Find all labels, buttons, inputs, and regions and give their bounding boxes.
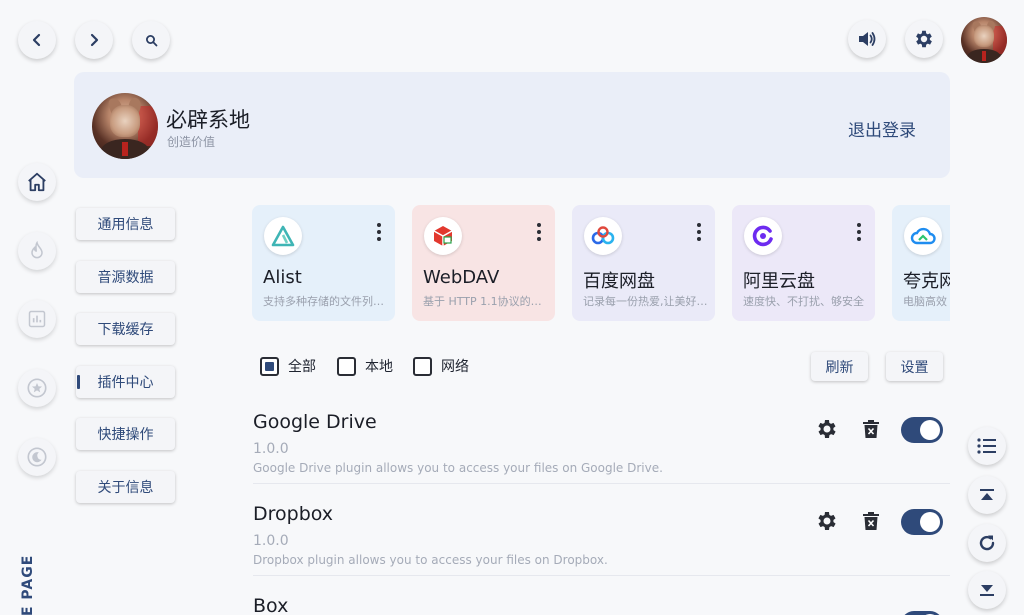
refresh-float-button[interactable] — [968, 524, 1006, 562]
chevron-right-icon — [90, 33, 99, 47]
sidebar-star[interactable] — [18, 369, 56, 407]
moon-icon — [27, 447, 47, 467]
plugin-name: Google Drive — [253, 411, 377, 433]
sidebar-vertical-label: E PAGE — [20, 556, 36, 615]
refresh-icon — [979, 535, 995, 551]
row-divider — [253, 483, 950, 484]
user-avatar[interactable] — [961, 17, 1007, 63]
fire-icon — [31, 241, 43, 259]
baidu-logo-icon — [584, 217, 622, 255]
plugin-enable-toggle[interactable] — [901, 509, 943, 535]
refresh-button[interactable]: 刷新 — [811, 352, 868, 381]
plugin-row-dropbox: Dropbox 1.0.0 Dropbox plugin allows you … — [253, 503, 950, 595]
row-divider — [253, 575, 950, 576]
plugin-enable-toggle[interactable] — [901, 417, 943, 443]
plugin-card-desc: 支持多种存储的文件列表程序 — [263, 295, 389, 308]
filter-network[interactable]: 网络 — [413, 356, 469, 376]
menu-general[interactable]: 通用信息 — [76, 208, 175, 240]
menu-download-cache[interactable]: 下载缓存 — [76, 313, 175, 345]
sidebar-theme[interactable] — [18, 438, 56, 476]
more-vertical-icon[interactable] — [857, 223, 861, 244]
filter-network-label: 网络 — [441, 359, 469, 375]
more-vertical-icon[interactable] — [377, 223, 381, 244]
plugin-card-title: WebDAV — [423, 267, 500, 288]
plugin-card-baidu[interactable]: 百度网盘 记录每一份热爱,让美好永远陪伴 — [572, 205, 715, 321]
gear-icon[interactable] — [815, 417, 839, 441]
chart-icon — [28, 310, 46, 328]
filter-local[interactable]: 本地 — [337, 356, 393, 376]
playlist-button[interactable] — [968, 427, 1006, 465]
filter-all-label: 全部 — [288, 359, 316, 375]
filter-local-label: 本地 — [365, 359, 393, 375]
plugin-cards-carousel[interactable]: Alist 支持多种存储的文件列表程序 WebDAV 基于 HTTP 1.1协议… — [252, 205, 950, 323]
gear-icon[interactable] — [815, 509, 839, 533]
plugin-card-desc: 电脑高效 — [903, 295, 947, 308]
star-icon — [27, 378, 47, 398]
plugin-description: Google Drive plugin allows you to access… — [253, 461, 663, 475]
menu-plugin-center[interactable]: 插件中心 — [76, 366, 175, 398]
search-icon — [145, 34, 157, 46]
plugin-enable-toggle[interactable] — [901, 611, 943, 615]
search-button[interactable] — [132, 21, 170, 59]
plugin-description: Dropbox plugin allows you to access your… — [253, 553, 608, 567]
trash-icon[interactable] — [862, 511, 880, 531]
back-button[interactable] — [18, 21, 56, 59]
plugin-card-title: 阿里云盘 — [743, 271, 815, 292]
chevron-left-icon — [32, 33, 41, 47]
webdav-logo-icon — [424, 217, 462, 255]
profile-name: 必辟系地 — [166, 108, 250, 132]
scroll-bottom-button[interactable] — [968, 571, 1006, 609]
plugin-card-desc: 记录每一份热爱,让美好永远陪伴 — [583, 295, 709, 308]
menu-about[interactable]: 关于信息 — [76, 471, 175, 503]
gear-icon — [916, 30, 932, 48]
plugin-card-title: Alist — [263, 267, 302, 288]
menu-source-data[interactable]: 音源数据 — [76, 261, 175, 293]
plugin-card-quark[interactable]: 夸克网盘 电脑高效 — [892, 205, 950, 321]
logout-button[interactable]: 退出登录 — [848, 116, 916, 141]
forward-button[interactable] — [75, 21, 113, 59]
settings-text-button[interactable]: 设置 — [886, 352, 943, 381]
plugin-card-desc: 基于 HTTP 1.1协议的通信协议 — [423, 295, 549, 308]
scroll-top-button[interactable] — [968, 476, 1006, 514]
sidebar-hot[interactable] — [18, 232, 56, 270]
plugin-row-google-drive: Google Drive 1.0.0 Google Drive plugin a… — [253, 411, 950, 503]
quark-logo-icon — [904, 217, 942, 255]
volume-button[interactable] — [848, 20, 886, 58]
plugin-card-title: 百度网盘 — [583, 271, 655, 292]
list-icon — [977, 438, 996, 454]
alist-logo-icon — [264, 217, 302, 255]
scroll-top-icon — [980, 489, 994, 500]
plugin-card-alist[interactable]: Alist 支持多种存储的文件列表程序 — [252, 205, 395, 321]
plugin-card-webdav[interactable]: WebDAV 基于 HTTP 1.1协议的通信协议 — [412, 205, 555, 321]
profile-subtitle: 创造价值 — [167, 135, 216, 149]
plugin-name: Box — [253, 595, 289, 615]
checkbox-checked[interactable] — [260, 356, 279, 376]
aliyun-logo-icon — [744, 217, 782, 255]
plugin-name: Dropbox — [253, 503, 334, 525]
plugin-card-desc: 速度快、不打扰、够安全 — [743, 295, 864, 308]
trash-icon[interactable] — [862, 419, 880, 439]
plugin-version: 1.0.0 — [253, 441, 289, 457]
menu-shortcuts[interactable]: 快捷操作 — [76, 418, 175, 450]
plugin-card-title: 夸克网盘 — [903, 271, 950, 292]
plugin-card-aliyun[interactable]: 阿里云盘 速度快、不打扰、够安全 — [732, 205, 875, 321]
more-vertical-icon[interactable] — [697, 223, 701, 244]
profile-avatar — [92, 93, 158, 159]
checkbox-unchecked[interactable] — [337, 356, 356, 376]
sidebar-chart[interactable] — [18, 300, 56, 338]
scroll-bottom-icon — [980, 585, 994, 596]
menu-active-indicator — [77, 375, 80, 389]
sidebar-home[interactable] — [18, 163, 56, 201]
volume-icon — [859, 32, 876, 46]
more-vertical-icon[interactable] — [537, 223, 541, 244]
plugin-row-box: Box — [253, 595, 950, 615]
filter-all[interactable]: 全部 — [260, 356, 316, 376]
home-icon — [28, 172, 46, 192]
plugin-version: 1.0.0 — [253, 533, 289, 549]
checkbox-unchecked[interactable] — [413, 356, 432, 376]
settings-button[interactable] — [905, 20, 943, 58]
